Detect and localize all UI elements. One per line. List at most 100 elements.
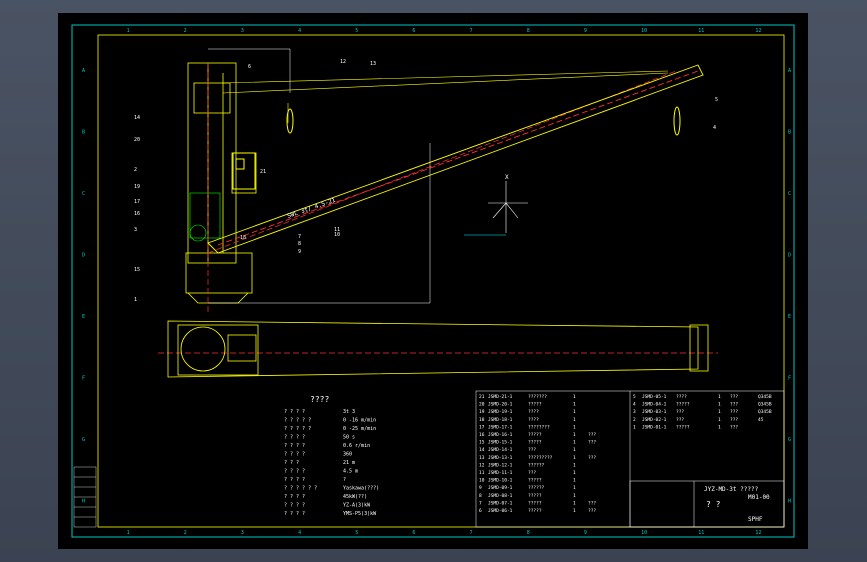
cad-drawing: 112233445566778899101011111212 A AB BC CD DE… [71,24,795,538]
radius-dimension [208,48,431,304]
bom-name: ????? [528,478,542,484]
row-label: D [788,252,791,258]
param-value: YMS-P5(3)kW [343,511,377,517]
bom-no: 19 [479,409,485,415]
row-label: F [82,375,85,381]
bom-no: 18 [479,417,485,423]
callout-number: 20 [134,137,140,143]
bom-no: 15 [479,440,485,446]
bom-no: 7 [479,500,482,506]
bom-no: 16 [479,432,485,438]
bom-no: 10 [479,478,485,484]
callout-number: 14 [134,115,140,121]
callout-number: 13 [370,61,376,67]
bom-qty: 1 [573,493,576,499]
bom-name: ???????? [528,424,550,430]
title-drawing-no: M01-00 [748,494,770,501]
detail-x-label: X [505,174,509,181]
bom-no: 12 [479,462,485,468]
bom-code: JSMD-19-1 [488,409,513,415]
callout-number: 4 [713,125,716,131]
column-label: 3 [241,530,244,536]
bom-name: ??? [528,447,536,453]
bom-left-rows: 21 JSMD-21-1??????? 120 JSMD-20-1????? 119 JS… [479,394,596,514]
callout-number: 21 [260,169,266,175]
column-label: 2 [184,28,187,34]
param-key: ? ? ? ? [284,494,305,500]
param-key: ? ? ? ? ? [284,418,311,424]
bom-code: JSMD-12-1 [488,462,513,468]
callout-number: 9 [298,249,301,255]
bom-name: ????? [528,402,542,408]
bom-name: ???? [528,409,539,415]
bom-material: ??? [730,402,738,408]
param-value: YZ-A(3)kW [343,503,371,509]
plan-view [167,320,709,378]
bom-material: ??? [588,500,596,506]
row-label: H [788,498,791,504]
bom-name: ????? [528,432,542,438]
bom-material: ??? [730,417,738,423]
row-label: B [788,129,791,135]
bom-name: ??? [676,409,684,415]
column-label: 2 [184,530,187,536]
bom-code: JSMD-15-1 [488,440,513,446]
bom-remark: Q345B [758,409,772,415]
green-machinery [189,192,221,242]
bom-qty: 1 [573,417,576,423]
row-label: G [82,437,85,443]
param-value: 4.5 m [343,469,358,475]
bom-qty: 1 [573,508,576,514]
bom-no: 3 [633,409,636,415]
title-company: SPHF [748,516,763,523]
callout-number: 16 [134,211,140,217]
callout-number: 8 [298,241,301,247]
row-label: C [82,191,85,197]
row-label: C [788,191,791,197]
bom-name: ????? [528,508,542,514]
bom-qty: 1 [573,500,576,506]
param-key: ? ? ? ? [284,443,305,449]
param-key: ? ? ? ? [284,477,305,483]
bom-qty: 1 [573,402,576,408]
bom-qty: 1 [718,424,721,430]
bom-code: JSMD-04-1 [642,402,667,408]
bom-no: 6 [479,508,482,514]
bom-no: 11 [479,470,485,476]
params-title: ???? [310,395,329,404]
callout-number: 5 [715,97,718,103]
row-label: B [82,129,85,135]
param-key: ? ? ? ? [284,452,305,458]
param-value: 360 [343,452,352,458]
bom-code: JSMD-10-1 [488,478,513,484]
bom-qty: 1 [573,462,576,468]
title-header: JYZ-MD-3t ????? [704,486,759,493]
row-label: G [788,437,791,443]
crane-mast [185,62,257,304]
param-key: ? ? ? ? ? [284,426,311,432]
param-key: ? ? ? ? ? ? [284,486,317,492]
bom-name: ?????? [528,485,545,491]
bom-no: 1 [633,424,636,430]
bom-name: ????? [528,493,542,499]
callout-number: 1 [134,297,137,303]
bom-qty: 1 [573,447,576,453]
drawing-canvas[interactable]: 1 1 2 2 3 3 4 4 5 5 6 6 7 7 8 8 9 9 10 10 11 11 12 12 AABBCCDDE… [58,13,808,549]
bom-code: JSMD-16-1 [488,432,513,438]
bom-qty: 1 [718,417,721,423]
hook-blocks [286,106,681,136]
param-key: ? ? ? ? [284,503,305,509]
column-label: 3 [241,28,244,34]
bom-qty: 1 [573,455,576,461]
bom-material: ??? [730,394,738,400]
bom-material: ??? [730,424,738,430]
row-label: A [82,68,85,74]
param-key: ? ? ? ? [284,511,305,517]
column-label: 6 [412,28,415,34]
bom-code: JSMD-06-1 [488,508,513,514]
bom-qty: 1 [573,432,576,438]
bom-code: JSMD-11-1 [488,470,513,476]
bom-remark: Q345B [758,402,772,408]
callout-number: 19 [134,184,140,190]
bom-material: ??? [588,508,596,514]
